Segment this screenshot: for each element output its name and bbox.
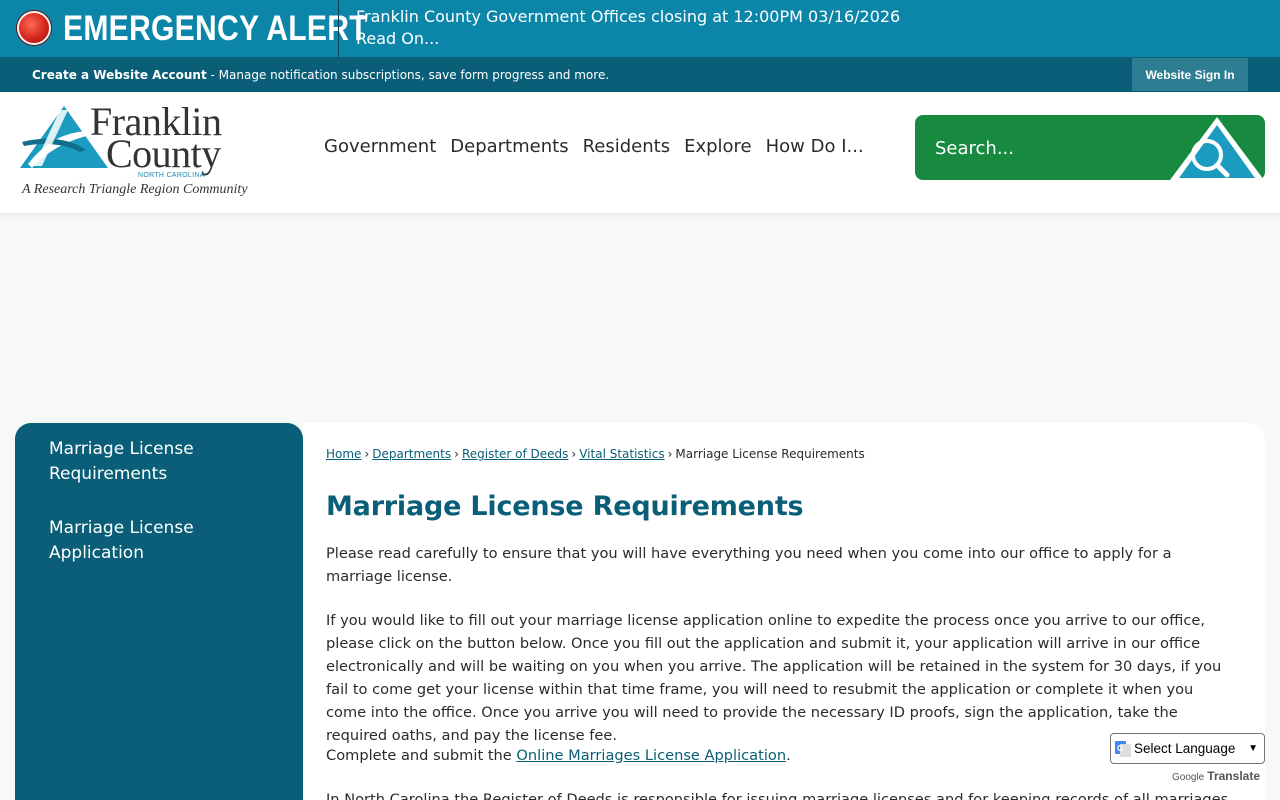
nav-residents[interactable]: Residents bbox=[583, 135, 671, 159]
emergency-alert-bar: EMERGENCY ALERT Franklin County Governme… bbox=[0, 0, 1280, 57]
sidebar-item-marriage-license-requirements[interactable]: Marriage License Requirements bbox=[49, 437, 269, 487]
search-box bbox=[915, 115, 1265, 180]
language-select-label: Select Language bbox=[1134, 741, 1236, 756]
logo-tagline: A Research Triangle Region Community bbox=[22, 182, 248, 197]
search-icon bbox=[1170, 117, 1264, 180]
complete-submit-paragraph: Complete and submit the Online Marriages… bbox=[326, 744, 1238, 767]
language-select[interactable]: G Select Language ▼ bbox=[1110, 733, 1265, 764]
complete-submit-suffix: . bbox=[786, 747, 791, 764]
google-wordmark: Google bbox=[1171, 772, 1205, 783]
breadcrumb-vital-statistics[interactable]: Vital Statistics bbox=[579, 447, 664, 461]
powered-by-google: Google Translate bbox=[1172, 769, 1260, 783]
chevron-down-icon: ▼ bbox=[1248, 743, 1258, 754]
search-button[interactable] bbox=[1169, 115, 1265, 180]
sidebar-item-marriage-license-application[interactable]: Marriage License Application bbox=[49, 516, 269, 566]
alert-light-icon bbox=[17, 11, 51, 45]
online-application-link[interactable]: Online Marriages License Application bbox=[516, 747, 786, 764]
breadcrumb-separator: › bbox=[571, 447, 577, 461]
account-description: - Manage notification subscriptions, sav… bbox=[206, 68, 610, 82]
alert-read-on-link[interactable]: Read On... bbox=[356, 28, 900, 50]
logo-name-line2: County bbox=[106, 131, 221, 176]
franklin-county-logo[interactable]: Franklin County NORTH CAROLINA A Researc… bbox=[20, 102, 248, 202]
breadcrumb-separator: › bbox=[454, 447, 459, 461]
breadcrumb-separator: › bbox=[667, 447, 673, 461]
alert-title: EMERGENCY ALERT bbox=[63, 9, 368, 48]
alert-message-text[interactable]: Franklin County Government Offices closi… bbox=[356, 6, 900, 28]
google-translate-widget: G Select Language ▼ Google Translate bbox=[1110, 733, 1265, 783]
breadcrumb: Home › Departments › Register of Deeds › Vital… bbox=[326, 447, 865, 461]
nav-how-do-i[interactable]: How Do I... bbox=[766, 135, 864, 159]
alert-message[interactable]: Franklin County Government Offices closi… bbox=[356, 6, 900, 50]
sidebar-nav: Marriage License Requirements Marriage L… bbox=[15, 423, 303, 800]
alert-divider bbox=[338, 0, 339, 57]
nav-explore[interactable]: Explore bbox=[684, 135, 752, 159]
logo-state: NORTH CAROLINA bbox=[138, 172, 205, 179]
breadcrumb-current: Marriage License Requirements bbox=[675, 447, 865, 461]
breadcrumb-separator: › bbox=[364, 447, 370, 461]
complete-submit-prefix: Complete and submit the bbox=[326, 747, 517, 764]
nav-government[interactable]: Government bbox=[324, 135, 436, 159]
breadcrumb-register-of-deeds[interactable]: Register of Deeds bbox=[462, 447, 568, 461]
translate-link[interactable]: Translate bbox=[1207, 769, 1260, 783]
breadcrumb-home[interactable]: Home bbox=[326, 447, 361, 461]
intro-paragraph: Please read carefully to ensure that you… bbox=[326, 545, 1172, 585]
svg-text:G: G bbox=[1117, 744, 1123, 753]
website-sign-in-button[interactable]: Website Sign In bbox=[1132, 58, 1248, 91]
main-nav: Government Departments Residents Explore… bbox=[324, 135, 878, 159]
online-application-paragraph: If you would like to fill out your marri… bbox=[326, 612, 1222, 744]
account-bar: Create a Website Account - Manage notifi… bbox=[0, 57, 1280, 92]
google-translate-icon: G bbox=[1115, 740, 1131, 757]
search-input[interactable] bbox=[935, 135, 1165, 161]
site-header: Franklin County NORTH CAROLINA A Researc… bbox=[0, 92, 1280, 213]
account-info: Create a Website Account - Manage notifi… bbox=[32, 67, 609, 83]
page-title: Marriage License Requirements bbox=[326, 491, 804, 522]
breadcrumb-departments[interactable]: Departments bbox=[372, 447, 451, 461]
create-account-link[interactable]: Create a Website Account bbox=[32, 68, 207, 82]
register-of-deeds-paragraph: In North Carolina the Register of Deeds … bbox=[326, 791, 1229, 800]
nav-departments[interactable]: Departments bbox=[450, 135, 568, 159]
